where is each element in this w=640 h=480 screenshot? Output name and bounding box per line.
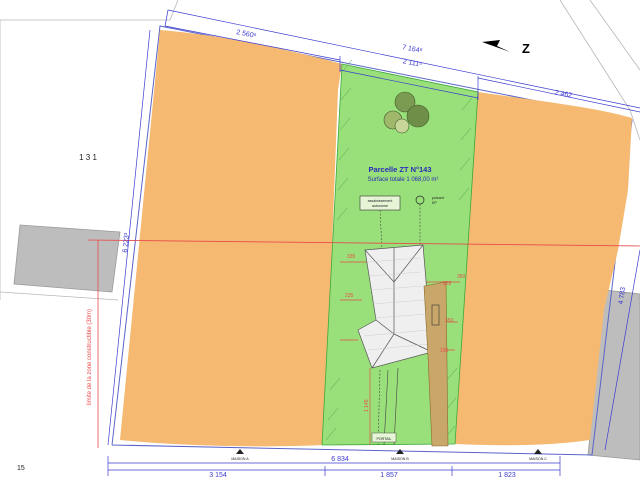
sheet-number: 15 (17, 465, 25, 472)
house-a-marker-icon (236, 449, 244, 454)
north-arrow-icon (482, 40, 510, 52)
house-dim-d: 350 (445, 318, 454, 324)
house-c-marker-icon (534, 449, 542, 454)
north-label: Z (522, 41, 530, 56)
site-plan: Parcelle ZT N°143 Surface totale 1 068,0… (0, 0, 640, 479)
house-c-label: MAISON C (529, 457, 547, 461)
sanitation-label-1: assainissement (368, 199, 393, 203)
sanitation-label-2: autonome (372, 204, 388, 208)
dim-left-side: 6 223³ (122, 232, 131, 253)
dim-top-left: 2 560⁶ (236, 29, 257, 40)
neighbor-parcel-label: 1 3 1 (79, 153, 97, 162)
parcel-surface: Surface totale 1 068,00 m² (368, 177, 439, 183)
unbuildable-zone-left (120, 30, 342, 447)
dim-bottom-b: 1 857 (380, 472, 398, 479)
dim-bottom-total: 6 834 (331, 456, 349, 463)
house-dim-e: 195 (440, 348, 449, 354)
dim-bottom-a: 3 154 (209, 472, 227, 479)
house-dim-b: 355 (443, 281, 452, 287)
puisard-label: puisard (432, 196, 444, 200)
dim-top-right: 2 462 (554, 89, 573, 99)
puisard-ep-label: EP (432, 201, 437, 205)
house-dim-c: 350 (457, 274, 466, 280)
parcel-title: Parcelle ZT N°143 (368, 165, 431, 174)
dim-top-middle: 2 111⁵ (402, 58, 422, 69)
neighbor-building-left (13, 224, 121, 293)
access-length-label: 1 145 (364, 399, 370, 412)
house-a-label: MAISON A (231, 457, 249, 461)
gate-label: PORTAIL (376, 437, 391, 441)
house-b-label: MAISON B (391, 457, 409, 461)
constructible-limit-label: limite de la zone constructible (30m) (87, 309, 93, 405)
house-dim-a: 335 (347, 254, 356, 260)
dim-bottom-c: 1 823 (498, 472, 516, 479)
house-dim-f: 235 (345, 293, 354, 299)
dim-top-total: 7 164⁸ (402, 44, 423, 55)
